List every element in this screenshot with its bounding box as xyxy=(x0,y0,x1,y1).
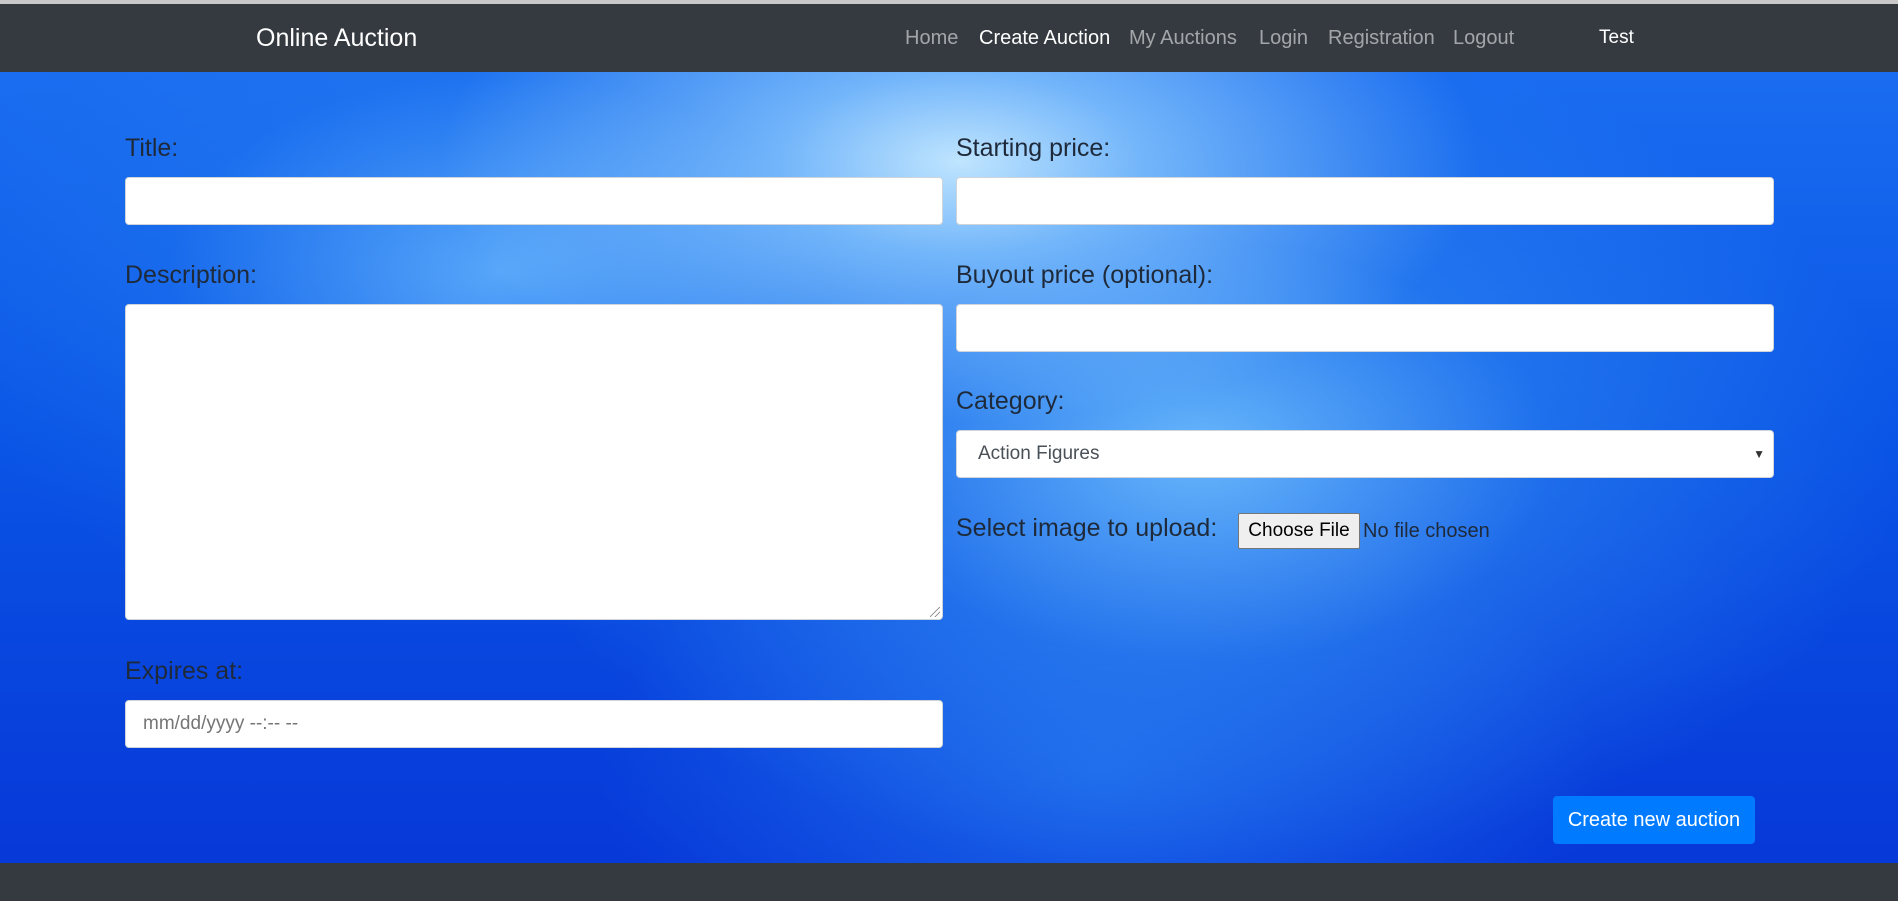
current-user[interactable]: Test xyxy=(1599,4,1634,72)
expires-datetime-input[interactable] xyxy=(125,700,943,748)
title-input[interactable] xyxy=(125,177,943,225)
nav-login[interactable]: Login xyxy=(1259,4,1308,72)
description-textarea[interactable] xyxy=(125,304,943,620)
nav-my-auctions[interactable]: My Auctions xyxy=(1129,4,1237,72)
starting-price-input[interactable] xyxy=(956,177,1774,225)
nav-home[interactable]: Home xyxy=(905,4,958,72)
textarea-resize-handle[interactable] xyxy=(930,607,940,617)
category-selected-value: Action Figures xyxy=(978,443,1100,464)
choose-file-button[interactable]: Choose File xyxy=(1238,513,1360,549)
description-label: Description: xyxy=(125,261,257,289)
title-label: Title: xyxy=(125,134,179,162)
chevron-down-icon: ▼ xyxy=(1753,447,1765,461)
starting-price-label: Starting price: xyxy=(956,134,1111,162)
footer xyxy=(0,863,1898,901)
brand-logo[interactable]: Online Auction xyxy=(256,4,417,72)
category-select[interactable]: Action Figures ▼ xyxy=(956,430,1774,478)
navbar: Online Auction Home Create Auction My Au… xyxy=(0,4,1898,72)
category-label: Category: xyxy=(956,387,1065,415)
buyout-price-label: Buyout price (optional): xyxy=(956,261,1214,289)
nav-registration[interactable]: Registration xyxy=(1328,4,1435,72)
create-auction-button[interactable]: Create new auction xyxy=(1553,796,1755,844)
nav-logout[interactable]: Logout xyxy=(1453,4,1514,72)
expires-label: Expires at: xyxy=(125,657,244,685)
nav-create-auction[interactable]: Create Auction xyxy=(979,4,1110,72)
image-upload-label: Select image to upload: xyxy=(956,514,1218,542)
buyout-price-input[interactable] xyxy=(956,304,1774,352)
file-status-text: No file chosen xyxy=(1363,520,1490,542)
